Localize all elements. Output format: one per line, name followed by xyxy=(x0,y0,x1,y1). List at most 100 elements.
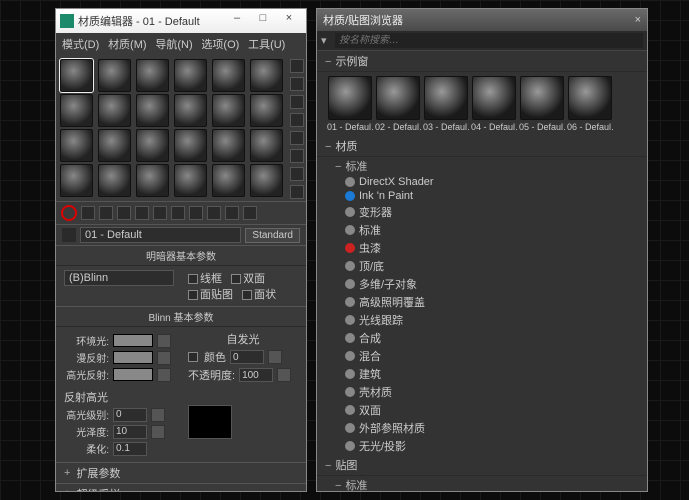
specular-map-button[interactable] xyxy=(157,368,171,382)
sample-slot[interactable] xyxy=(136,164,169,197)
diffuse-map-button[interactable] xyxy=(157,351,171,365)
specular-color[interactable] xyxy=(113,368,153,381)
self-illum-map-button[interactable] xyxy=(268,350,282,364)
sample-slot[interactable] xyxy=(212,129,245,162)
menu-material[interactable]: 材质(M) xyxy=(108,39,147,51)
menu-options[interactable]: 选项(O) xyxy=(201,39,239,51)
material-tree-item[interactable]: 光线跟踪 xyxy=(317,311,647,329)
sample-slot[interactable] xyxy=(250,59,283,92)
sample-slot[interactable] xyxy=(98,164,131,197)
sample-slot[interactable] xyxy=(174,164,207,197)
material-tree-item[interactable]: 双面 xyxy=(317,401,647,419)
rollup-extended[interactable]: +扩展参数 xyxy=(56,462,306,483)
material-tree-item[interactable]: 外部参照材质 xyxy=(317,419,647,437)
side-icon[interactable] xyxy=(290,131,304,145)
sample-slot[interactable] xyxy=(250,164,283,197)
material-tree-item[interactable]: 顶/底 xyxy=(317,257,647,275)
menu-tools[interactable]: 工具(U) xyxy=(248,39,285,51)
search-dropdown-icon[interactable]: ▾ xyxy=(321,34,335,47)
toolbar-icon[interactable] xyxy=(117,206,131,220)
material-type-button[interactable]: Standard xyxy=(245,228,300,243)
material-tree-item[interactable]: 合成 xyxy=(317,329,647,347)
sample-slot[interactable] xyxy=(136,59,169,92)
wire-checkbox[interactable] xyxy=(188,274,198,284)
minimize-button[interactable]: – xyxy=(224,12,250,30)
eyedropper-icon[interactable] xyxy=(62,228,76,242)
diffuse-color[interactable] xyxy=(113,351,153,364)
toolbar-icon[interactable] xyxy=(171,206,185,220)
toolbar-icon[interactable] xyxy=(81,206,95,220)
get-material-icon[interactable] xyxy=(61,205,77,221)
glossiness-spinner[interactable]: 10 xyxy=(113,425,147,439)
material-tree-item[interactable]: 高级照明覆盖 xyxy=(317,293,647,311)
maximize-button[interactable]: □ xyxy=(250,12,276,30)
material-tree-item[interactable]: 标准 xyxy=(317,221,647,239)
menu-mode[interactable]: 模式(D) xyxy=(62,39,99,51)
materials-standard-sub[interactable]: −标准 xyxy=(317,157,647,175)
browser-close-button[interactable]: × xyxy=(635,14,641,26)
side-icon[interactable] xyxy=(290,167,304,181)
rollup-supersample[interactable]: +超级采样 xyxy=(56,483,306,491)
sample-thumb[interactable]: 04 - Defaul… xyxy=(471,76,517,132)
material-tree-item[interactable]: 壳材质 xyxy=(317,383,647,401)
browser-titlebar[interactable]: 材质/贴图浏览器 × xyxy=(317,9,647,31)
spec-level-map-button[interactable] xyxy=(151,408,165,422)
self-illum-color-checkbox[interactable] xyxy=(188,352,198,362)
sample-slot[interactable] xyxy=(212,59,245,92)
toolbar-icon[interactable] xyxy=(189,206,203,220)
sample-slot[interactable] xyxy=(60,94,93,127)
material-tree-item[interactable]: Ink 'n Paint xyxy=(317,189,647,203)
toolbar-icon[interactable] xyxy=(153,206,167,220)
sample-slot[interactable] xyxy=(98,129,131,162)
toolbar-icon[interactable] xyxy=(207,206,221,220)
toolbar-icon[interactable] xyxy=(243,206,257,220)
material-tree-item[interactable]: 变形器 xyxy=(317,203,647,221)
material-tree-item[interactable]: 多维/子对象 xyxy=(317,275,647,293)
sample-thumb[interactable]: 03 - Defaul… xyxy=(423,76,469,132)
sample-slot[interactable] xyxy=(98,59,131,92)
search-input[interactable] xyxy=(335,33,643,48)
group-samples[interactable]: −示例窗 xyxy=(317,51,647,72)
two-sided-checkbox[interactable] xyxy=(231,274,241,284)
side-icon[interactable] xyxy=(290,113,304,127)
sample-slot[interactable] xyxy=(136,129,169,162)
material-tree-item[interactable]: 建筑 xyxy=(317,365,647,383)
sample-slot[interactable] xyxy=(250,129,283,162)
group-materials[interactable]: −材质 xyxy=(317,136,647,157)
spec-level-spinner[interactable]: 0 xyxy=(113,408,147,422)
rollup-blinn-params[interactable]: Blinn 基本参数 xyxy=(56,306,306,327)
opacity-spinner[interactable]: 100 xyxy=(239,368,273,382)
opacity-map-button[interactable] xyxy=(277,368,291,382)
sample-slot[interactable] xyxy=(174,94,207,127)
self-illum-spinner[interactable]: 0 xyxy=(230,350,264,364)
glossiness-map-button[interactable] xyxy=(151,425,165,439)
sample-slot[interactable] xyxy=(212,94,245,127)
soften-spinner[interactable]: 0.1 xyxy=(113,442,147,456)
sample-slot[interactable] xyxy=(136,94,169,127)
side-icon[interactable] xyxy=(290,77,304,91)
sample-slot[interactable] xyxy=(174,129,207,162)
material-tree-item[interactable]: 混合 xyxy=(317,347,647,365)
toolbar-icon[interactable] xyxy=(225,206,239,220)
material-tree-item[interactable]: DirectX Shader xyxy=(317,175,647,189)
material-name-combo[interactable]: 01 - Default xyxy=(80,227,241,243)
group-maps[interactable]: −贴图 xyxy=(317,455,647,476)
sample-slot[interactable] xyxy=(60,129,93,162)
material-tree-item[interactable]: 无光/投影 xyxy=(317,437,647,455)
ambient-lock-icon[interactable] xyxy=(157,334,171,348)
close-button[interactable]: × xyxy=(276,12,302,30)
editor-titlebar[interactable]: 材质编辑器 - 01 - Default – □ × xyxy=(56,9,306,33)
side-icon[interactable] xyxy=(290,185,304,199)
ambient-color[interactable] xyxy=(113,334,153,347)
menu-nav[interactable]: 导航(N) xyxy=(155,39,192,51)
sample-slot[interactable] xyxy=(212,164,245,197)
rollup-shader-params[interactable]: 明暗器基本参数 xyxy=(56,245,306,266)
sample-thumb[interactable]: 02 - Defaul… xyxy=(375,76,421,132)
side-icon[interactable] xyxy=(290,95,304,109)
side-icon[interactable] xyxy=(290,59,304,73)
maps-standard-sub[interactable]: −标准 xyxy=(317,476,647,491)
sample-thumb[interactable]: 05 - Defaul… xyxy=(519,76,565,132)
faceted-checkbox[interactable] xyxy=(188,290,198,300)
material-tree-item[interactable]: 虫漆 xyxy=(317,239,647,257)
toolbar-icon[interactable] xyxy=(99,206,113,220)
